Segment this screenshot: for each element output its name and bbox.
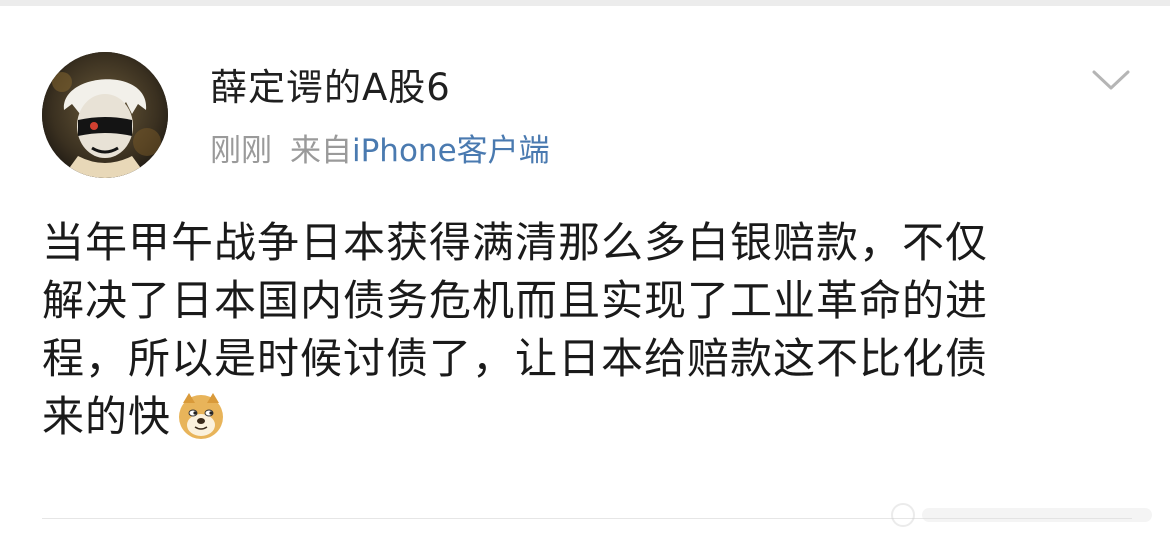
content-line: 当年甲午战争日本获得满清那么多白银赔款，不仅 — [42, 218, 989, 267]
content-line: 程，所以是时候讨债了，让日本给赔款这不比化债 — [42, 334, 989, 383]
username[interactable]: 薛定谔的A股6 — [210, 64, 451, 112]
post-meta: 刚刚 来自iPhone客户端 — [210, 130, 550, 172]
post-time: 刚刚 — [210, 133, 272, 169]
content-line-last: 来的快 — [42, 388, 1132, 446]
top-separator — [0, 0, 1170, 6]
watermark — [888, 500, 1158, 530]
source-prefix: 来自 — [290, 133, 352, 169]
content-line: 解决了日本国内债务危机而且实现了工业革命的进 — [42, 276, 989, 325]
chevron-down-icon[interactable] — [1090, 66, 1132, 94]
weibo-post-card: 薛定谔的A股6 刚刚 来自iPhone客户端 当年甲午战争日本获得满清那么多白银赔… — [0, 0, 1170, 538]
source-device-link[interactable]: iPhone客户端 — [352, 133, 550, 169]
doge-emoji-icon — [175, 389, 227, 441]
post-content: 当年甲午战争日本获得满清那么多白银赔款，不仅 解决了日本国内债务危机而且实现了工… — [42, 214, 1132, 446]
avatar[interactable] — [42, 52, 168, 178]
content-line-text: 来的快 — [42, 392, 172, 441]
